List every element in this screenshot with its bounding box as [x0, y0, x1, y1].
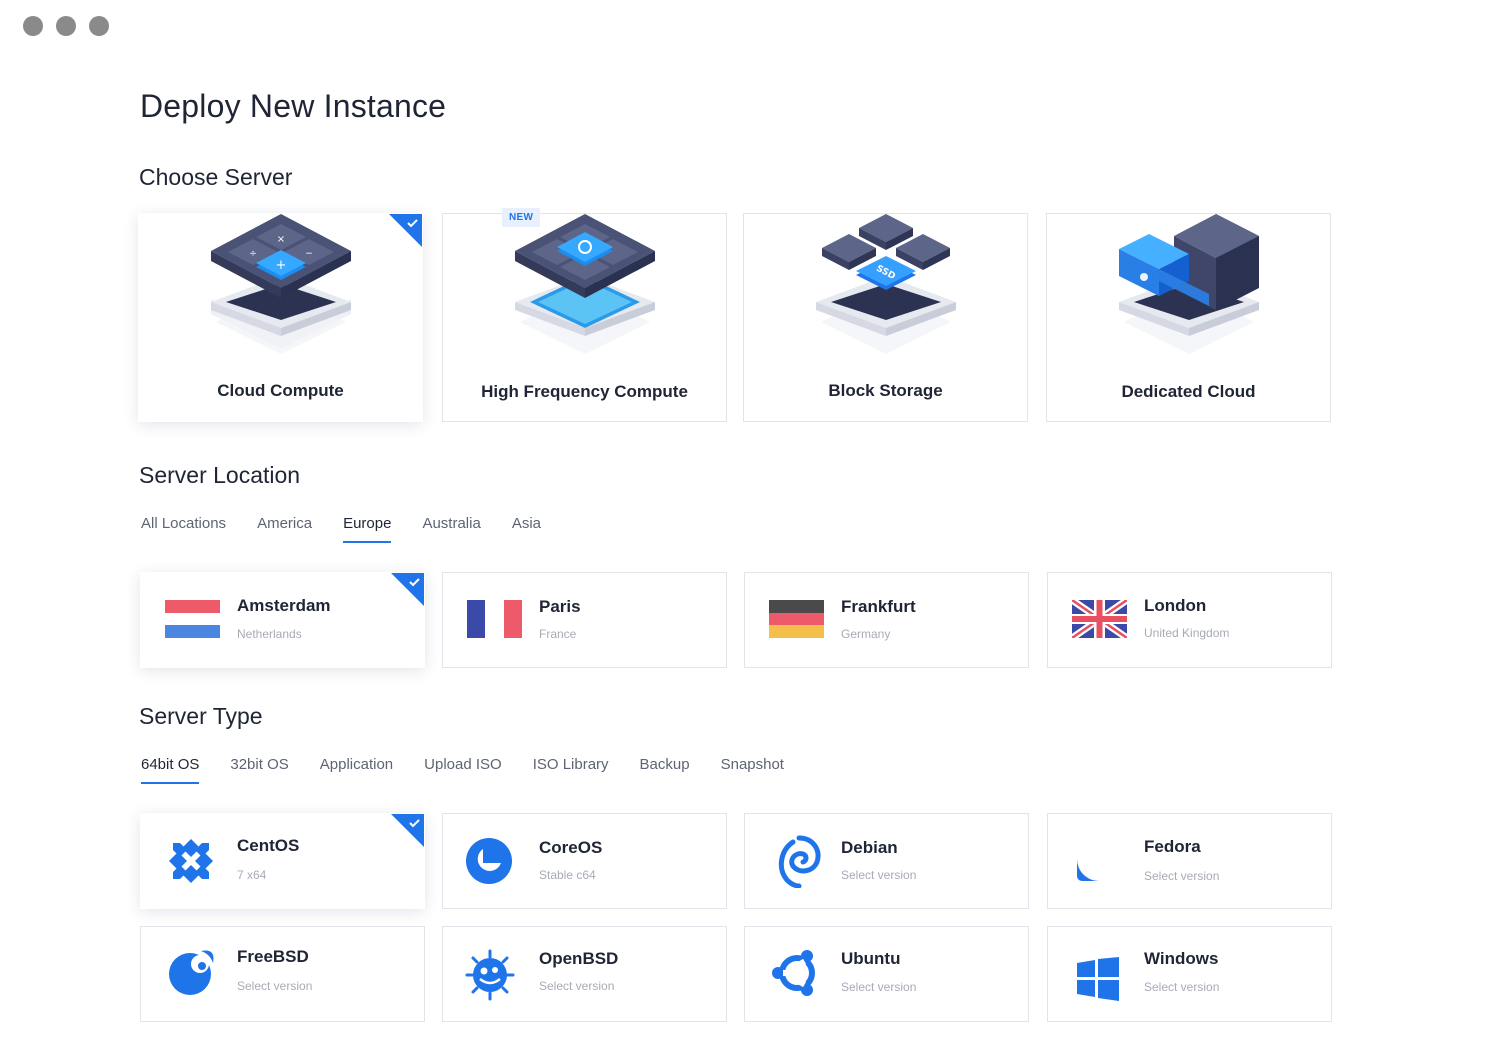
os-version: Select version	[841, 980, 917, 994]
freebsd-icon	[169, 950, 214, 995]
tab-application[interactable]: Application	[320, 756, 393, 784]
location-country: Germany	[841, 627, 891, 641]
os-name: Debian	[841, 838, 898, 857]
os-card-windows[interactable]: Windows Select version	[1047, 926, 1332, 1022]
debian-icon	[778, 835, 821, 888]
server-card-block-storage[interactable]: SSD Block Storage	[743, 213, 1028, 422]
location-country: Netherlands	[237, 627, 302, 641]
dedicated-cloud-illustration	[1118, 214, 1259, 354]
tab-snapshot[interactable]: Snapshot	[721, 756, 784, 784]
cloud-compute-illustration: × ÷ − +	[210, 214, 351, 354]
os-card-ubuntu[interactable]: Ubuntu Select version	[744, 926, 1029, 1022]
os-version: Select version	[539, 979, 615, 993]
france-flag-icon	[467, 600, 522, 638]
windows-icon	[1077, 957, 1119, 1001]
tab-all-locations[interactable]: All Locations	[141, 515, 226, 543]
os-version: Select version	[841, 868, 917, 882]
selected-check-icon	[391, 814, 424, 847]
os-name: CentOS	[237, 836, 300, 855]
window-controls	[23, 16, 109, 36]
window-dot-close[interactable]	[23, 16, 43, 36]
server-card-label: Cloud Compute	[217, 381, 344, 400]
block-storage-illustration: SSD	[815, 214, 956, 354]
server-type-tabs: 64bit OS 32bit OS Application Upload ISO…	[141, 756, 815, 784]
coreos-icon	[466, 838, 512, 884]
high-frequency-illustration	[514, 214, 655, 354]
location-card-london[interactable]: London United Kingdom	[1047, 572, 1332, 668]
location-city: Amsterdam	[237, 596, 331, 615]
server-card-dedicated-cloud[interactable]: Dedicated Cloud	[1046, 213, 1331, 422]
os-card-debian[interactable]: Debian Select version	[744, 813, 1029, 909]
tab-iso-library[interactable]: ISO Library	[533, 756, 609, 784]
tab-europe[interactable]: Europe	[343, 515, 392, 543]
os-name: Windows	[1144, 949, 1219, 968]
os-name: Fedora	[1144, 837, 1201, 856]
location-city: London	[1144, 596, 1207, 615]
svg-text:−: −	[305, 249, 313, 259]
germany-flag-icon	[769, 600, 824, 638]
fedora-icon	[1077, 837, 1121, 881]
os-card-centos[interactable]: CentOS 7 x64	[140, 813, 425, 909]
os-version: Select version	[1144, 980, 1220, 994]
os-version: Select version	[237, 979, 313, 993]
united-kingdom-flag-icon	[1072, 600, 1127, 638]
location-city: Paris	[539, 597, 581, 616]
centos-icon	[169, 839, 213, 883]
os-card-fedora[interactable]: Fedora Select version	[1047, 813, 1332, 909]
window-dot-maximize[interactable]	[89, 16, 109, 36]
server-card-label: Dedicated Cloud	[1121, 382, 1256, 401]
os-name: CoreOS	[539, 838, 603, 857]
os-card-coreos[interactable]: CoreOS Stable c64	[442, 813, 727, 909]
os-name: OpenBSD	[539, 949, 619, 968]
os-version: Select version	[1144, 869, 1220, 883]
location-country: United Kingdom	[1144, 626, 1230, 640]
tab-64bit-os[interactable]: 64bit OS	[141, 756, 200, 784]
location-card-amsterdam[interactable]: Amsterdam Netherlands	[140, 572, 425, 668]
server-card-label: High Frequency Compute	[481, 382, 688, 401]
openbsd-icon	[465, 949, 515, 1001]
tab-america[interactable]: America	[257, 515, 312, 543]
tab-australia[interactable]: Australia	[422, 515, 480, 543]
ubuntu-icon	[772, 950, 815, 996]
svg-text:×: ×	[276, 234, 284, 245]
server-card-high-frequency-compute[interactable]: NEW High Frequency Compute	[442, 208, 727, 422]
os-version: Stable c64	[539, 868, 596, 882]
section-title-server-location: Server Location	[139, 462, 301, 488]
server-card-label: Block Storage	[828, 381, 943, 400]
location-card-paris[interactable]: Paris France	[442, 572, 727, 668]
netherlands-flag-icon	[165, 600, 220, 638]
tab-upload-iso[interactable]: Upload ISO	[424, 756, 502, 784]
window-dot-minimize[interactable]	[56, 16, 76, 36]
selected-check-icon	[391, 573, 424, 606]
os-card-freebsd[interactable]: FreeBSD Select version	[140, 926, 425, 1022]
os-name: FreeBSD	[237, 947, 309, 966]
location-card-frankfurt[interactable]: Frankfurt Germany	[744, 572, 1029, 668]
location-country: France	[539, 627, 577, 641]
location-tabs: All Locations America Europe Australia A…	[141, 515, 572, 543]
os-card-openbsd[interactable]: OpenBSD Select version	[442, 926, 727, 1022]
page-title: Deploy New Instance	[140, 88, 447, 124]
section-title-choose-server: Choose Server	[139, 164, 293, 190]
server-options: × ÷ − + Cloud Compute NEW High Frequency…	[138, 208, 1332, 423]
os-version: 7 x64	[237, 868, 267, 882]
section-title-server-type: Server Type	[139, 703, 263, 729]
selected-check-icon	[389, 214, 422, 247]
tab-asia[interactable]: Asia	[512, 515, 541, 543]
tab-32bit-os[interactable]: 32bit OS	[230, 756, 288, 784]
server-card-cloud-compute[interactable]: × ÷ − + Cloud Compute	[138, 213, 423, 422]
svg-text:+: +	[275, 258, 286, 273]
tab-backup[interactable]: Backup	[640, 756, 690, 784]
svg-text:÷: ÷	[249, 249, 257, 259]
os-name: Ubuntu	[841, 949, 901, 968]
location-city: Frankfurt	[841, 597, 916, 616]
